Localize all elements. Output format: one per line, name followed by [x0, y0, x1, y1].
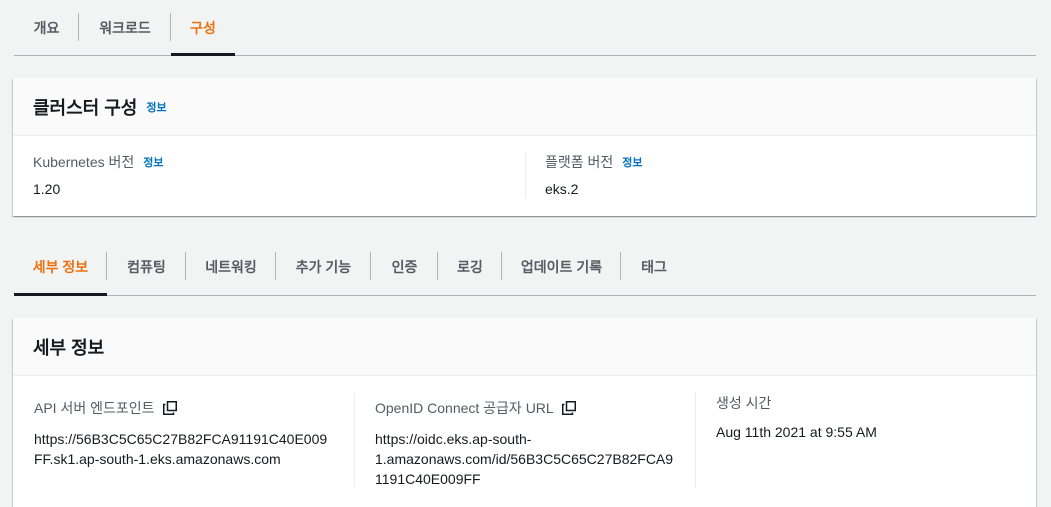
- kubernetes-version-label: Kubernetes 버전: [33, 154, 135, 170]
- tab-add-ons-label: 추가 기능: [295, 259, 352, 275]
- oidc-label-row: OpenID Connect 공급자 URL: [375, 398, 685, 418]
- tab-workloads[interactable]: 워크로드: [79, 0, 171, 55]
- tab-networking[interactable]: 네트워킹: [186, 239, 276, 295]
- cluster-config-info-link[interactable]: 정보: [146, 99, 166, 115]
- tab-compute[interactable]: 컴퓨팅: [107, 239, 186, 295]
- created-value: Aug 11th 2021 at 9:55 AM: [716, 424, 877, 440]
- tab-tags-label: 태그: [641, 259, 667, 275]
- column-divider: [354, 393, 355, 487]
- api-endpoint-label-row: API 서버 엔드포인트: [34, 398, 344, 418]
- details-title: 세부 정보: [33, 337, 105, 358]
- tab-networking-label: 네트워킹: [205, 259, 257, 275]
- tab-authentication-label: 인증: [391, 259, 418, 275]
- cluster-config-title: 클러스터 구성: [33, 97, 138, 118]
- tab-workloads-label: 워크로드: [99, 19, 151, 36]
- cluster-config-card: 클러스터 구성 정보 Kubernetes 버전 정보 1.20 플랫폼 버전 …: [13, 78, 1036, 216]
- cluster-config-header: 클러스터 구성 정보: [13, 78, 1036, 136]
- api-endpoint-line: FF.sk1.ap-south-1.eks.amazonaws.com: [34, 451, 281, 467]
- column-divider: [695, 393, 696, 487]
- oidc-label: OpenID Connect 공급자 URL: [375, 400, 554, 416]
- details-header: 세부 정보: [13, 318, 1036, 376]
- top-tabs: 개요 워크로드 구성: [14, 0, 1036, 56]
- detail-tabs: 세부 정보 컴퓨팅 네트워킹 추가 기능 인증 로깅 업데이트 기록 태그: [14, 239, 1036, 296]
- api-endpoint-value: https://56B3C5C65C27B82FCA91191C40E009 F…: [34, 429, 344, 469]
- tab-logging-label: 로깅: [457, 259, 483, 275]
- api-endpoint-column: API 서버 엔드포인트 https://56B3C5C65C27B82FCA9…: [34, 398, 344, 469]
- platform-version-label-row: 플랫폼 버전 정보: [545, 152, 643, 172]
- copy-icon[interactable]: [561, 401, 576, 415]
- tab-add-ons[interactable]: 추가 기능: [276, 239, 371, 295]
- api-endpoint-line: https://56B3C5C65C27B82FCA91191C40E009: [34, 431, 328, 447]
- oidc-line: https://oidc.eks.ap-south-: [375, 431, 532, 447]
- api-endpoint-label: API 서버 엔드포인트: [34, 400, 155, 416]
- tab-configuration-label: 구성: [190, 19, 216, 36]
- kubernetes-version-value: 1.20: [33, 181, 61, 197]
- created-label: 생성 시간: [716, 395, 772, 411]
- created-column: 생성 시간 Aug 11th 2021 at 9:55 AM: [716, 393, 1016, 442]
- kubernetes-version-info-link[interactable]: 정보: [143, 154, 163, 170]
- tab-configuration[interactable]: 구성: [171, 0, 235, 56]
- copy-icon[interactable]: [162, 401, 177, 415]
- oidc-line: 1191C40E009FF: [375, 471, 481, 487]
- kubernetes-version-column: Kubernetes 버전 정보 1.20: [33, 152, 164, 199]
- kubernetes-version-label-row: Kubernetes 버전 정보: [33, 152, 164, 172]
- oidc-line: 1.amazonaws.com/id/56B3C5C65C27B82FCA9: [375, 451, 674, 467]
- tab-tags[interactable]: 태그: [621, 239, 687, 295]
- tab-authentication[interactable]: 인증: [371, 239, 438, 295]
- platform-version-info-link[interactable]: 정보: [622, 154, 642, 170]
- platform-version-value: eks.2: [545, 181, 579, 197]
- column-divider: [525, 152, 526, 198]
- platform-version-label: 플랫폼 버전: [545, 154, 614, 170]
- oidc-value: https://oidc.eks.ap-south- 1.amazonaws.c…: [375, 429, 685, 489]
- tab-update-history[interactable]: 업데이트 기록: [502, 239, 621, 295]
- tab-overview[interactable]: 개요: [14, 0, 79, 55]
- tab-details[interactable]: 세부 정보: [14, 239, 107, 296]
- tab-compute-label: 컴퓨팅: [127, 259, 166, 275]
- oidc-column: OpenID Connect 공급자 URL https://oidc.eks.…: [375, 398, 685, 489]
- tab-logging[interactable]: 로깅: [438, 239, 502, 295]
- tab-overview-label: 개요: [33, 19, 60, 36]
- tab-details-label: 세부 정보: [32, 259, 89, 275]
- details-card: 세부 정보 API 서버 엔드포인트 https://56B3C5C65C27B…: [13, 318, 1036, 507]
- platform-version-column: 플랫폼 버전 정보 eks.2: [545, 152, 643, 199]
- tab-update-history-label: 업데이트 기록: [520, 259, 603, 275]
